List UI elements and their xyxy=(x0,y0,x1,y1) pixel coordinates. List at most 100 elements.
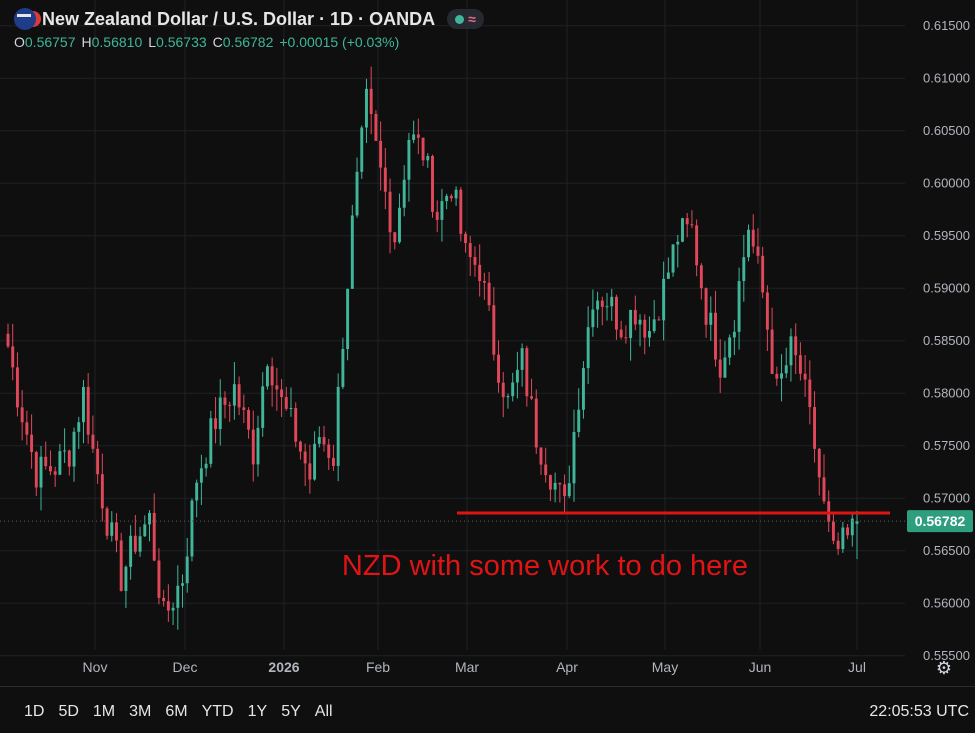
candle-body xyxy=(789,336,793,366)
y-tick-label: 0.57500 xyxy=(923,438,970,453)
range-5d[interactable]: 5D xyxy=(58,703,78,721)
candle-body xyxy=(214,418,217,430)
candle-body xyxy=(336,386,340,466)
candle-body xyxy=(44,456,48,467)
candle-body xyxy=(388,191,392,233)
candle-body xyxy=(596,300,600,310)
candle-body xyxy=(25,422,29,435)
candle-body xyxy=(256,427,260,465)
status-pill[interactable]: ≈ xyxy=(447,9,484,29)
ohlc-low-label: L xyxy=(148,34,157,50)
candle-body xyxy=(284,397,288,409)
candle-body xyxy=(237,384,241,408)
candle-body xyxy=(115,522,118,541)
x-tick-label: Jul xyxy=(848,659,866,675)
candle-body xyxy=(393,232,397,243)
current-price-label: 0.56782 xyxy=(915,513,966,529)
candle-body xyxy=(86,386,90,435)
y-tick-label: 0.58000 xyxy=(923,385,970,400)
candle-body xyxy=(633,309,637,325)
candle-body xyxy=(449,195,453,199)
candle-body xyxy=(162,597,166,602)
candle-body xyxy=(530,396,534,399)
candle-body xyxy=(685,218,689,225)
range-5y[interactable]: 5Y xyxy=(281,703,301,721)
candle-body xyxy=(798,355,802,374)
candle-body xyxy=(487,282,491,306)
candle-body xyxy=(124,566,128,591)
gear-icon[interactable]: ⚙ xyxy=(933,657,955,679)
candle-body xyxy=(48,466,52,472)
candle-body xyxy=(709,312,713,325)
candle-body xyxy=(383,167,387,192)
range-1m[interactable]: 1M xyxy=(93,703,115,721)
market-open-dot-icon xyxy=(455,14,465,24)
candle-body xyxy=(110,522,114,536)
range-1d[interactable]: 1D xyxy=(24,703,44,721)
candle-body xyxy=(228,404,232,406)
candle-body xyxy=(421,137,425,161)
ohlc-change: +0.00015 (+0.03%) xyxy=(279,34,400,50)
candle-body xyxy=(544,464,548,476)
y-tick-label: 0.56000 xyxy=(923,595,970,610)
candle-body xyxy=(520,348,524,370)
range-ytd[interactable]: YTD xyxy=(202,703,234,721)
y-tick-label: 0.56500 xyxy=(923,543,970,558)
candle-body xyxy=(676,241,680,245)
candle-body xyxy=(298,441,302,452)
chart-annotations: 0.56782 NZD with some work to do here xyxy=(0,510,973,582)
candle-body xyxy=(605,306,609,308)
candle-body xyxy=(39,456,43,488)
ohlc-close-value: 0.56782 xyxy=(222,34,274,50)
x-tick-label: Jun xyxy=(749,659,772,675)
candle-body xyxy=(600,300,604,307)
range-1y[interactable]: 1Y xyxy=(248,703,268,721)
y-tick-label: 0.58500 xyxy=(923,333,970,348)
candle-body xyxy=(506,396,510,398)
candle-body xyxy=(478,264,482,282)
candle-body xyxy=(398,207,401,243)
price-axis[interactable]: 0.61500 0.61000 0.60500 0.60000 0.59500 0.590… xyxy=(923,18,970,663)
annotation-text[interactable]: NZD with some work to do here xyxy=(342,550,748,582)
candle-body xyxy=(129,535,133,567)
candle-body xyxy=(181,583,184,586)
candle-body xyxy=(534,398,538,448)
candle-body xyxy=(624,337,628,339)
range-6m[interactable]: 6M xyxy=(165,703,187,721)
candle-body xyxy=(369,88,373,115)
utc-clock[interactable]: 22:05:53 UTC xyxy=(869,703,969,721)
candle-body xyxy=(11,346,15,368)
y-tick-label: 0.61000 xyxy=(923,70,970,85)
candle-body xyxy=(671,244,675,273)
y-tick-label: 0.59500 xyxy=(923,228,970,243)
candle-body xyxy=(331,457,335,466)
y-tick-label: 0.57000 xyxy=(923,490,970,505)
candle-body xyxy=(138,536,142,552)
candle-body xyxy=(199,468,203,483)
candle-body xyxy=(53,471,57,475)
candle-body xyxy=(614,296,618,330)
candle-body xyxy=(761,255,765,293)
range-selector: 1D 5D 1M 3M 6M YTD 1Y 5Y All xyxy=(24,703,333,721)
range-all[interactable]: All xyxy=(315,703,333,721)
candle-body xyxy=(166,601,170,611)
candle-body xyxy=(67,450,71,467)
range-3m[interactable]: 3M xyxy=(129,703,151,721)
x-tick-label: Mar xyxy=(455,659,479,675)
candle-body xyxy=(652,319,656,332)
candle-body xyxy=(119,540,123,591)
candle-body xyxy=(732,331,736,338)
bottom-toolbar: 1D 5D 1M 3M 6M YTD 1Y 5Y All 22:05:53 UT… xyxy=(0,686,975,733)
symbol-title[interactable]: New Zealand Dollar / U.S. Dollar · 1D · … xyxy=(42,9,435,30)
candle-body xyxy=(553,482,557,490)
price-chart[interactable]: 0.61500 0.61000 0.60500 0.60000 0.59500 0.590… xyxy=(0,0,975,686)
candle-body xyxy=(586,327,590,369)
candle-body xyxy=(464,233,467,244)
candle-body xyxy=(775,373,779,379)
candle-body xyxy=(355,171,359,216)
candle-body xyxy=(643,319,647,338)
time-axis[interactable]: Nov Dec 2026 Feb Mar Apr May Jun Jul xyxy=(83,659,866,675)
candle-body xyxy=(855,521,859,524)
candle-body xyxy=(567,483,571,497)
candle-body xyxy=(58,451,62,475)
